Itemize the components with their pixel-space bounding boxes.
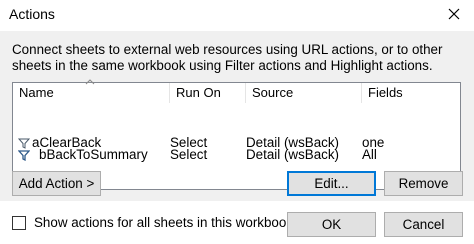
filter-icon bbox=[18, 138, 30, 149]
column-header-fields[interactable]: Fields bbox=[362, 83, 460, 103]
filter-icon bbox=[18, 150, 30, 161]
action-run-on: Select bbox=[170, 147, 208, 162]
column-header-name[interactable]: Name bbox=[13, 83, 169, 103]
cancel-button[interactable]: Cancel bbox=[384, 212, 463, 237]
action-source: Detail (wsBack) bbox=[246, 147, 340, 162]
list-header: Name Run On Source Fields bbox=[13, 79, 460, 103]
show-all-sheets-label[interactable]: Show actions for all sheets in this work… bbox=[34, 215, 293, 230]
action-name: bBackToSummary bbox=[39, 147, 148, 162]
column-header-source[interactable]: Source bbox=[246, 83, 361, 103]
action-fields: All bbox=[362, 147, 377, 162]
remove-button[interactable]: Remove bbox=[384, 171, 463, 196]
show-all-sheets-checkbox[interactable] bbox=[12, 216, 26, 230]
column-header-run-on[interactable]: Run On bbox=[170, 83, 245, 103]
edit-button[interactable]: Edit... bbox=[287, 171, 376, 196]
close-icon[interactable] bbox=[443, 3, 465, 25]
window-title: Actions bbox=[9, 6, 55, 22]
description-text: Connect sheets to external web resources… bbox=[12, 42, 443, 73]
title-bar: Actions bbox=[0, 0, 474, 30]
dialog-footer: Show actions for all sheets in this work… bbox=[0, 201, 474, 244]
table-row[interactable]: bBackToSummary Select Detail (wsBack) Al… bbox=[13, 147, 460, 162]
ok-button[interactable]: OK bbox=[287, 212, 376, 237]
actions-dialog: Actions Connect sheets to external web r… bbox=[0, 0, 474, 244]
add-action-button[interactable]: Add Action > bbox=[12, 171, 101, 196]
main-panel: Connect sheets to external web resources… bbox=[0, 31, 474, 201]
